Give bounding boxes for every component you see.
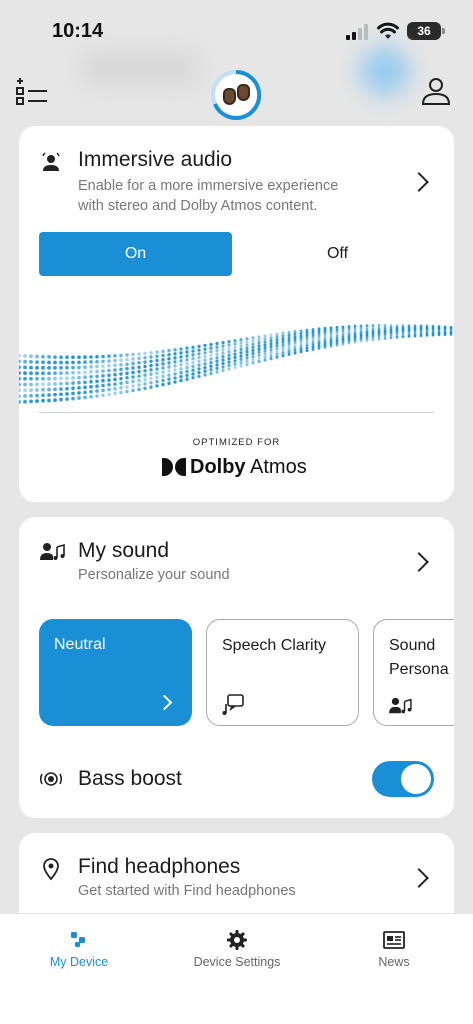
person-music-icon: [40, 543, 65, 560]
dolby-atmos-logo: Dolby Atmos: [162, 454, 307, 480]
preset-label: Sound Persona: [389, 637, 449, 678]
news-icon: [383, 931, 405, 949]
device-list-icon[interactable]: [14, 74, 50, 110]
tab-news[interactable]: News: [315, 914, 473, 984]
dolby-icon: [162, 458, 186, 476]
toggle-knob: [401, 764, 431, 794]
chevron-right-icon[interactable]: [409, 552, 429, 572]
find-headphones-title: Find headphones: [78, 855, 241, 878]
profile-icon[interactable]: [418, 74, 454, 110]
person-music-icon: [389, 697, 412, 714]
divider: [39, 412, 434, 413]
device-avatar[interactable]: [211, 70, 261, 120]
tab-my-device[interactable]: My Device: [0, 914, 158, 984]
tab-label: My Device: [49, 955, 109, 969]
blurred-content: [80, 50, 200, 86]
battery-ring-icon: [213, 70, 261, 120]
chevron-right-icon: [156, 694, 173, 711]
blurred-content: [360, 46, 410, 96]
dolby-text: Dolby: [190, 455, 246, 478]
bass-boost-icon: [40, 772, 62, 786]
status-time: 10:14: [52, 20, 104, 42]
top-navigation: [0, 46, 473, 120]
earbud-right-icon: [237, 84, 250, 101]
immersive-off-button[interactable]: Off: [241, 232, 434, 276]
preset-label: Neutral: [54, 636, 106, 653]
chevron-right-icon[interactable]: [409, 172, 429, 192]
immersive-audio-subtitle-line1: Enable for a more immersive experience: [78, 178, 339, 194]
bass-boost-toggle[interactable]: [372, 761, 434, 797]
immersive-audio-subtitle-line2: with stereo and Dolby Atmos content.: [78, 198, 318, 214]
sound-wave-graphic: [19, 323, 453, 404]
location-pin-icon: [43, 858, 59, 881]
tab-label: News: [378, 955, 410, 969]
device-icon: [71, 932, 85, 947]
chevron-right-icon[interactable]: [409, 868, 429, 888]
immersive-audio-title: Immersive audio: [78, 148, 233, 171]
bass-boost-label: Bass boost: [78, 767, 182, 790]
wifi-icon: [377, 22, 399, 39]
atmos-text: Atmos: [245, 455, 307, 478]
my-sound-subtitle: Personalize your sound: [78, 567, 230, 583]
preset-neutral[interactable]: Neutral: [39, 619, 192, 726]
find-headphones-subtitle: Get started with Find headphones: [78, 883, 296, 899]
speech-music-icon: [222, 694, 244, 715]
my-sound-title: My sound: [78, 539, 170, 562]
immersive-audio-icon: [42, 152, 60, 171]
preset-label: Speech Clarity: [222, 637, 327, 654]
optimized-for-label: OPTIMIZED FOR: [192, 437, 281, 448]
tab-bar: My Device Device Settings News: [0, 913, 473, 1024]
tab-device-settings[interactable]: Device Settings: [158, 914, 316, 984]
my-sound-card: My sound Personalize your sound Neutral …: [19, 517, 454, 818]
battery-cap: [442, 28, 445, 34]
earbud-left-icon: [223, 88, 236, 105]
cellular-signal-icon: [346, 24, 368, 40]
immersive-on-button[interactable]: On: [39, 232, 232, 276]
tab-label: Device Settings: [193, 955, 281, 969]
gear-icon: [227, 930, 247, 950]
preset-speech-clarity[interactable]: Speech Clarity: [206, 619, 359, 726]
battery-indicator: 36: [407, 22, 441, 40]
preset-sound-persona[interactable]: Sound Persona: [373, 619, 454, 726]
immersive-audio-card: Immersive audio Enable for a more immers…: [19, 126, 454, 502]
status-bar: 10:14 36: [0, 0, 473, 60]
